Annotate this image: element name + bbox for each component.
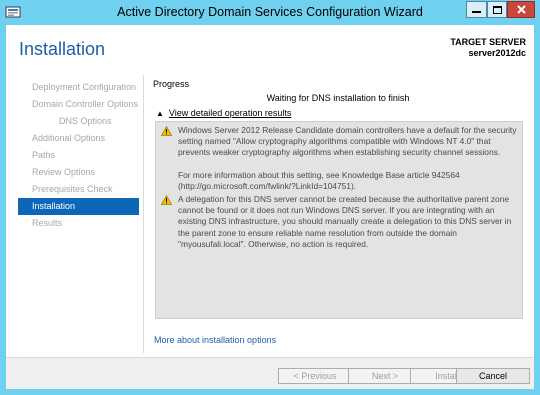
- page-title: Installation: [19, 39, 106, 59]
- wizard-client-area: Installation TARGET SERVER server2012dc …: [6, 25, 534, 389]
- view-details-toggle[interactable]: ▲ View detailed operation results: [156, 108, 291, 118]
- nav-item-domain-controller-options[interactable]: Domain Controller Options: [18, 96, 139, 113]
- nav-item-results[interactable]: Results: [18, 215, 139, 232]
- wizard-window: Active Directory Domain Services Configu…: [0, 0, 540, 395]
- nav-item-installation[interactable]: Installation: [18, 198, 139, 215]
- previous-button[interactable]: < Previous: [278, 368, 352, 384]
- window-title: Active Directory Domain Services Configu…: [117, 5, 423, 19]
- result-message-kb-text: For more information about this setting,…: [178, 170, 460, 192]
- result-message-text: Windows Server 2012 Release Candidate do…: [178, 125, 517, 158]
- wizard-footer: < Previous Next > Install Cancel: [6, 357, 534, 389]
- nav-item-prerequisites-check[interactable]: Prerequisites Check: [18, 181, 139, 198]
- nav-item-paths[interactable]: Paths: [18, 147, 139, 164]
- target-server-name: server2012dc: [468, 48, 526, 58]
- nav-divider: [143, 75, 144, 353]
- nav-item-deployment-configuration[interactable]: Deployment Configuration: [18, 79, 139, 96]
- result-message-text: A delegation for this DNS server cannot …: [178, 194, 512, 249]
- more-about-installation-link[interactable]: More about installation options: [154, 335, 276, 345]
- cancel-button[interactable]: Cancel: [456, 368, 530, 384]
- close-button[interactable]: [507, 1, 535, 18]
- warning-icon: [161, 126, 172, 136]
- view-details-label: View detailed operation results: [168, 108, 292, 118]
- collapse-caret-icon: ▲: [156, 109, 164, 118]
- warning-icon: [161, 195, 172, 205]
- title-bar[interactable]: Active Directory Domain Services Configu…: [0, 0, 540, 24]
- wizard-nav: Deployment Configuration Domain Controll…: [18, 79, 139, 232]
- status-text: Waiting for DNS installation to finish: [266, 93, 410, 103]
- maximize-button[interactable]: [487, 1, 507, 18]
- minimize-icon: [472, 11, 481, 13]
- progress-label: Progress: [153, 79, 190, 89]
- nav-item-dns-options[interactable]: DNS Options: [18, 113, 139, 130]
- nav-item-additional-options[interactable]: Additional Options: [18, 130, 139, 147]
- minimize-button[interactable]: [466, 1, 487, 18]
- target-server-label: TARGET SERVER: [450, 37, 526, 47]
- close-icon: [516, 5, 526, 14]
- nav-item-review-options[interactable]: Review Options: [18, 164, 139, 181]
- wizard-header: Installation TARGET SERVER server2012dc: [6, 25, 534, 67]
- maximize-icon: [492, 5, 502, 14]
- operation-results-box[interactable]: Windows Server 2012 Release Candidate do…: [155, 121, 523, 319]
